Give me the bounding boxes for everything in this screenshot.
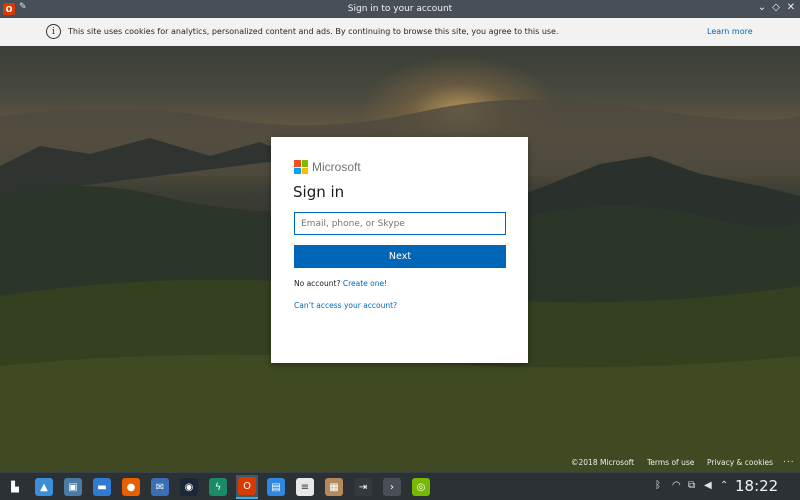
- app-launcher-icon: ▙: [6, 478, 24, 496]
- expand-tray-icon[interactable]: ⌃: [720, 480, 728, 491]
- window-titlebar: O ✎ Sign in to your account ⌄ ◇ ✕: [0, 0, 800, 18]
- app-launcher-button[interactable]: ▙: [4, 476, 26, 498]
- text-editor-icon: ≡: [296, 478, 314, 496]
- window-title: Sign in to your account: [347, 4, 453, 14]
- file-manager-button[interactable]: ▬: [91, 476, 113, 498]
- terms-link[interactable]: Terms of use: [647, 458, 694, 467]
- taskbar: ▙ ▲ ▣ ▬ ● ✉ ◉ ϟ O ▤ ≡ ▦ ⇥ › ◎ ᛒ ◠ ⧉ ◀ ⌃ 18:22: [0, 472, 800, 500]
- signin-card: Microsoft Sign in Next No account? Creat…: [271, 137, 528, 363]
- no-account-label: No account?: [294, 279, 341, 288]
- thunderbird-icon: ✉: [151, 478, 169, 496]
- steam-icon: ◉: [180, 478, 198, 496]
- steam-button[interactable]: ◉: [178, 476, 200, 498]
- terminal-alt-button[interactable]: ⇥: [352, 476, 374, 498]
- terminal-button[interactable]: ›: [381, 476, 403, 498]
- text-editor-button[interactable]: ≡: [294, 476, 316, 498]
- firefox-icon: ●: [122, 478, 140, 496]
- page-title: Sign in: [293, 183, 345, 201]
- gitkraken-button[interactable]: ϟ: [207, 476, 229, 498]
- image-viewer-button[interactable]: ▲: [33, 476, 55, 498]
- email-field[interactable]: [294, 212, 506, 235]
- system-settings-button[interactable]: ▣: [62, 476, 84, 498]
- volume-icon[interactable]: ◀: [704, 480, 712, 491]
- archive-button[interactable]: ▦: [323, 476, 345, 498]
- learn-more-link[interactable]: Learn more: [707, 27, 753, 36]
- system-settings-icon: ▣: [64, 478, 82, 496]
- terminal-alt-icon: ⇥: [354, 478, 372, 496]
- wifi-icon[interactable]: ◠: [672, 480, 681, 491]
- brand-name: Microsoft: [312, 160, 361, 174]
- close-button[interactable]: ✕: [784, 2, 798, 13]
- no-account-text: No account? Create one!: [294, 279, 387, 288]
- pin-icon[interactable]: ✎: [19, 2, 27, 12]
- microsoft-logo: Microsoft: [294, 160, 361, 174]
- clipboard-icon[interactable]: ⧉: [688, 480, 695, 491]
- archive-icon: ▦: [325, 478, 343, 496]
- office-icon[interactable]: O: [3, 3, 15, 15]
- bluetooth-icon[interactable]: ᛒ: [655, 480, 661, 491]
- image-viewer-icon: ▲: [35, 478, 53, 496]
- nvidia-button[interactable]: ◎: [410, 476, 432, 498]
- maximize-button[interactable]: ◇: [769, 2, 783, 13]
- file-manager-icon: ▬: [93, 478, 111, 496]
- thunderbird-button[interactable]: ✉: [149, 476, 171, 498]
- clock[interactable]: 18:22: [735, 477, 778, 495]
- firefox-button[interactable]: ●: [120, 476, 142, 498]
- document-button[interactable]: ▤: [265, 476, 287, 498]
- more-options-button[interactable]: ...: [783, 455, 795, 465]
- document-icon: ▤: [267, 478, 285, 496]
- copyright-text: ©2018 Microsoft: [571, 458, 635, 467]
- terminal-icon: ›: [383, 478, 401, 496]
- gitkraken-icon: ϟ: [209, 478, 227, 496]
- minimize-button[interactable]: ⌄: [755, 2, 769, 13]
- cant-access-link[interactable]: Can’t access your account?: [294, 301, 397, 310]
- info-icon: i: [46, 24, 61, 39]
- nvidia-icon: ◎: [412, 478, 430, 496]
- cookie-banner: i This site uses cookies for analytics, …: [0, 18, 800, 46]
- office-button[interactable]: O: [236, 475, 258, 499]
- office-icon: O: [238, 477, 256, 495]
- microsoft-logo-icon: [294, 160, 308, 174]
- create-account-link[interactable]: Create one!: [343, 279, 387, 288]
- next-button[interactable]: Next: [294, 245, 506, 268]
- privacy-link[interactable]: Privacy & cookies: [707, 458, 773, 467]
- cookie-message: This site uses cookies for analytics, pe…: [68, 27, 559, 36]
